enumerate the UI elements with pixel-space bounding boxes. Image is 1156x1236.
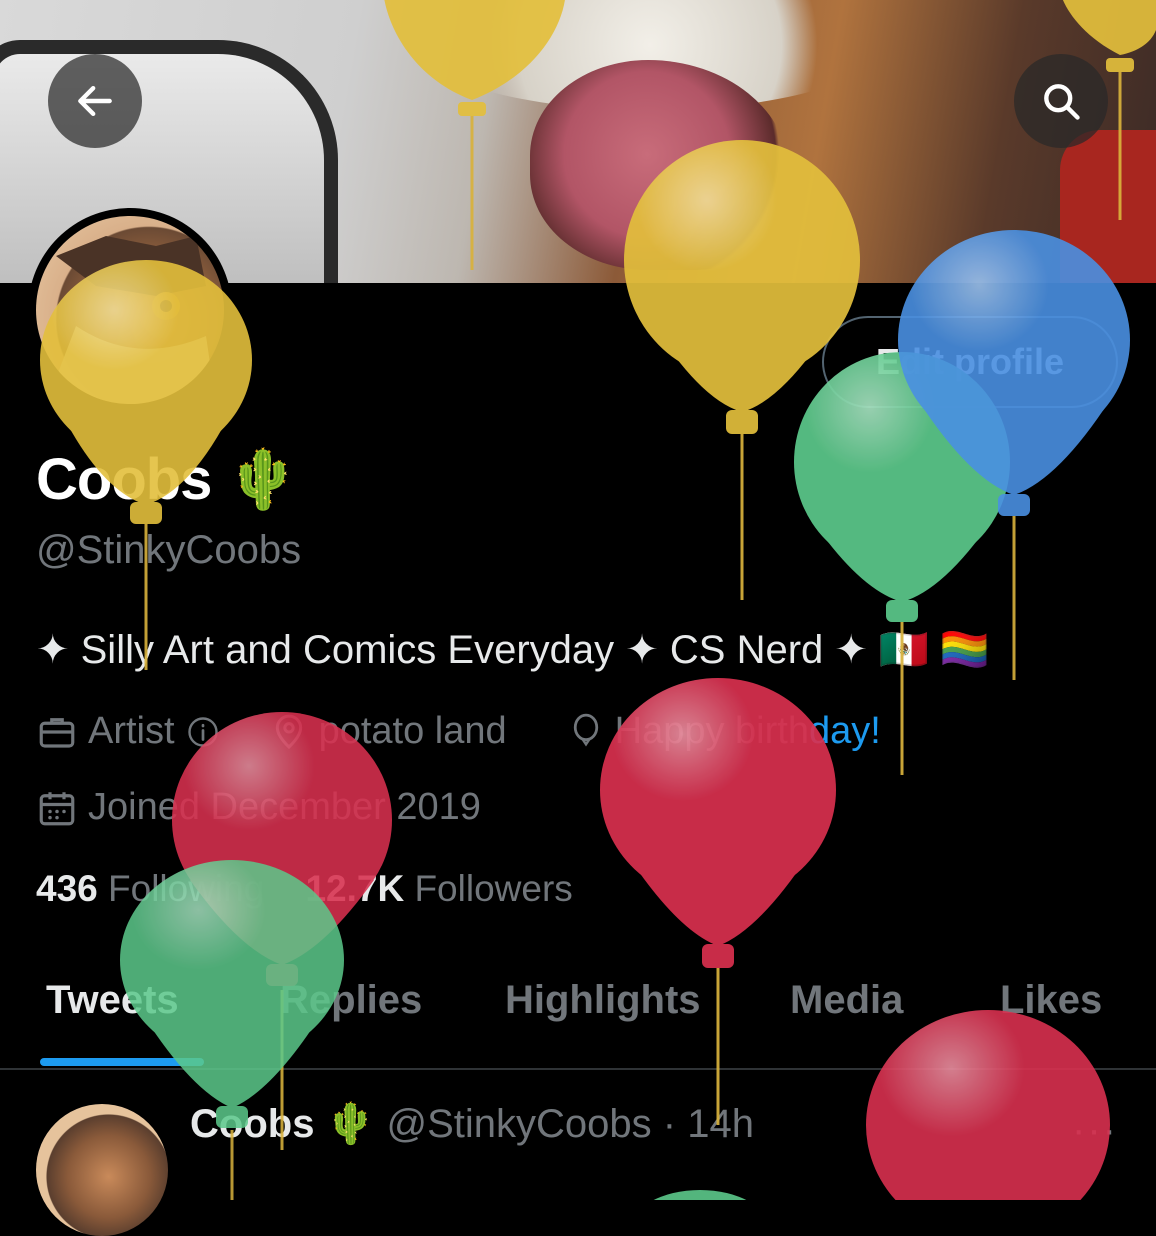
profile-birthday[interactable]: Happy birthday! <box>615 710 881 753</box>
tab-replies[interactable]: Replies <box>280 978 422 1023</box>
tweet-more-button[interactable]: ··· <box>1072 1108 1118 1153</box>
edit-profile-button[interactable]: Edit profile <box>822 316 1118 408</box>
avatar-art <box>46 236 216 404</box>
followers-label: Followers <box>414 868 573 909</box>
profile-handle: @StinkyCoobs <box>36 528 302 572</box>
profile-tabs: Tweets Replies Highlights Media Likes <box>0 960 1156 1068</box>
balloon-icon <box>573 713 598 747</box>
tab-likes[interactable]: Likes <box>1000 978 1102 1023</box>
profile-name-text: Coobs <box>36 447 212 512</box>
profile-meta-row: Artist potato land Happy birthday! <box>36 710 881 753</box>
active-tab-indicator <box>40 1058 204 1066</box>
tab-highlights[interactable]: Highlights <box>505 978 701 1023</box>
tab-media[interactable]: Media <box>790 978 903 1023</box>
birthday-text-part1: Happy birth <box>614 710 809 752</box>
profile-bio: ✦ Silly Art and Comics Everyday ✦ CS Ner… <box>36 628 990 672</box>
tweet-avatar[interactable] <box>36 1104 168 1236</box>
tweet-cactus-emoji: 🌵 <box>325 1102 376 1146</box>
birthday-text-part2: day! <box>808 710 881 752</box>
arrow-left-icon <box>78 85 112 117</box>
profile-stats: 436 Following 12.7K Followers <box>36 868 573 910</box>
followers-count: 12.7K <box>305 868 405 909</box>
search-icon <box>1044 84 1080 120</box>
profile-name: Coobs 🌵 <box>36 446 299 514</box>
search-button[interactable] <box>1014 54 1108 148</box>
tweet-time[interactable]: 14h <box>687 1102 754 1146</box>
tweet-author-name[interactable]: Coobs <box>190 1102 314 1146</box>
profile-category: Artist <box>88 710 175 752</box>
followers-link[interactable]: 12.7K Followers <box>305 868 572 909</box>
avatar[interactable] <box>36 216 224 404</box>
location-pin-icon <box>275 714 302 749</box>
profile-joined-row: Joined December 2019 <box>36 786 481 829</box>
balloon-red-1 <box>172 712 392 1150</box>
profile-location: potato land <box>318 710 507 752</box>
tweet-author-handle[interactable]: @StinkyCoobs <box>387 1102 652 1146</box>
tab-tweets[interactable]: Tweets <box>46 978 179 1023</box>
briefcase-icon <box>39 717 75 748</box>
following-link[interactable]: 436 Following <box>36 868 264 909</box>
following-count: 436 <box>36 868 98 909</box>
profile-joined: Joined December 2019 <box>88 786 481 828</box>
calendar-icon <box>39 791 75 825</box>
balloon-blue-1 <box>898 230 1130 680</box>
balloon-green-3 <box>653 1190 747 1200</box>
tweet-separator: · <box>662 1102 677 1146</box>
tabs-divider <box>0 1068 1156 1070</box>
back-button[interactable] <box>48 54 142 148</box>
cactus-emoji: 🌵 <box>226 447 299 512</box>
banner-red-seat <box>1060 130 1156 283</box>
following-label: Following <box>108 868 265 909</box>
tweet-header: Coobs 🌵 @StinkyCoobs · 14h <box>190 1100 754 1147</box>
info-icon[interactable] <box>185 714 221 750</box>
